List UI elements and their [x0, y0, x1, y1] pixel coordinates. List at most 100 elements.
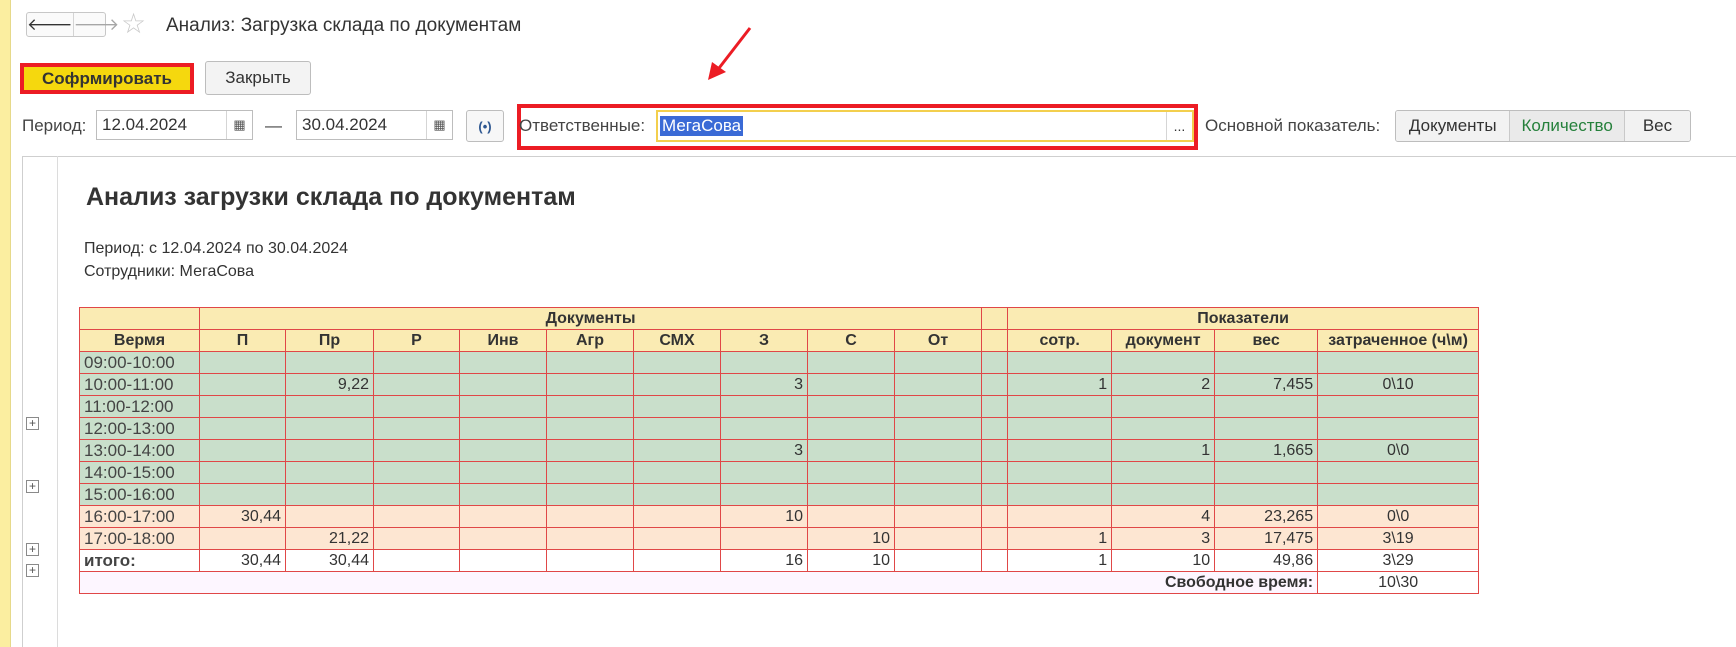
indicator-value-cell: [1007, 351, 1113, 374]
free-time-label: Свободное время:: [78, 571, 1319, 594]
close-button[interactable]: Закрыть: [205, 61, 311, 95]
spacer-cell: [981, 439, 1009, 462]
generate-button[interactable]: Софрмировать: [20, 63, 194, 94]
doc-value-cell: [633, 461, 721, 484]
indicator-value-cell: 7,455: [1214, 373, 1319, 396]
header-spacer: [981, 307, 1009, 330]
indicator-value-cell: 0\10: [1317, 373, 1480, 396]
doc-value-cell: [459, 461, 547, 484]
indicator-column-header: документ: [1111, 329, 1216, 352]
indicator-value-cell: 1: [1111, 439, 1216, 462]
total-row: итого: 30,44 30,44 16 10 1 10 49,86 3\29: [79, 549, 1480, 572]
indicator-value-cell: [1317, 461, 1480, 484]
indicator-value-cell: [1007, 483, 1113, 506]
indicator-value-cell: [1007, 505, 1113, 528]
back-arrow-icon[interactable]: 🡐: [27, 13, 73, 36]
doc-value-cell: [546, 395, 634, 418]
table-row: 12:00-13:00: [79, 417, 1480, 440]
doc-value-cell: [720, 395, 808, 418]
responsible-label: Ответственные:: [519, 116, 646, 135]
doc-value-cell: [893, 505, 983, 528]
doc-value-cell: [546, 351, 634, 374]
indicator-column-header: вес: [1214, 329, 1319, 352]
period-choice-icon[interactable]: (•): [466, 110, 504, 142]
doc-value-cell: [893, 395, 983, 418]
indicator-value-cell: 17,475: [1214, 527, 1319, 550]
doc-value-cell: [285, 351, 374, 374]
select-more-button[interactable]: ...: [1166, 112, 1192, 140]
indicator-value-cell: 3\19: [1317, 527, 1480, 550]
doc-value-cell: [285, 461, 374, 484]
spacer-cell: [981, 351, 1009, 374]
doc-column-header: Пр: [285, 329, 374, 352]
expand-group-icon[interactable]: +: [26, 564, 39, 577]
expand-group-icon[interactable]: +: [26, 417, 39, 430]
indicator-value-cell: 2: [1111, 373, 1216, 396]
total-doc-cell: [893, 549, 983, 572]
doc-value-cell: [199, 373, 286, 396]
window-title: Анализ: Загрузка склада по документам: [166, 15, 522, 36]
period-label: Период:: [22, 116, 87, 135]
doc-value-cell: [720, 461, 808, 484]
doc-column-header: Инв: [459, 329, 547, 352]
doc-value-cell: [720, 351, 808, 374]
free-time-row: Свободное время: 10\30: [78, 571, 1480, 594]
indicator-value-cell: [1007, 439, 1113, 462]
doc-value-cell: [807, 439, 895, 462]
doc-value-cell: [373, 461, 460, 484]
indicator-value-cell: [1214, 483, 1319, 506]
doc-value-cell: [720, 417, 808, 440]
left-panel-strip: [0, 0, 11, 647]
date-to-field[interactable]: 30.04.2024 ▦: [296, 110, 453, 140]
doc-column-header: От: [893, 329, 983, 352]
doc-value-cell: [459, 351, 547, 374]
table-row: 10:00-11:00 9,22 3 1 2 7,455 0\10: [79, 373, 1480, 396]
indicator-value-cell: [1317, 417, 1480, 440]
table-row: 16:00-17:00 30,44 10 4 23,265 0\0: [79, 505, 1480, 528]
doc-value-cell: [807, 505, 895, 528]
indicator-value-cell: 1: [1007, 527, 1113, 550]
total-indicator-cell: 49,86: [1214, 549, 1319, 572]
indicator-documents[interactable]: Документы: [1396, 111, 1510, 141]
indicator-value-cell: [1111, 461, 1216, 484]
indicator-value-cell: 0\0: [1317, 439, 1480, 462]
time-cell: 13:00-14:00: [79, 439, 200, 462]
doc-value-cell: [807, 351, 895, 374]
total-label: итого:: [79, 549, 200, 572]
total-indicator-cell: 10: [1111, 549, 1216, 572]
date-from-field[interactable]: 12.04.2024 ▦: [96, 110, 253, 140]
doc-value-cell: [285, 505, 374, 528]
doc-value-cell: [285, 395, 374, 418]
forward-arrow-icon[interactable]: 🡒: [72, 13, 119, 36]
spacer-cell: [981, 373, 1009, 396]
date-separator: —: [265, 116, 282, 135]
calendar-icon[interactable]: ▦: [426, 111, 452, 139]
doc-value-cell: [807, 461, 895, 484]
expand-group-icon[interactable]: +: [26, 480, 39, 493]
indicator-value-cell: [1111, 483, 1216, 506]
indicator-value-cell: [1007, 395, 1113, 418]
doc-value-cell: [459, 527, 547, 550]
doc-value-cell: [633, 417, 721, 440]
indicator-value-cell: 0\0: [1317, 505, 1480, 528]
indicator-quantity[interactable]: Количество: [1509, 111, 1624, 141]
doc-value-cell: 10: [807, 527, 895, 550]
doc-value-cell: [633, 505, 721, 528]
indicator-weight[interactable]: Вес: [1623, 111, 1690, 141]
grouping-gutter-border: [57, 156, 58, 647]
doc-value-cell: 3: [720, 373, 808, 396]
doc-column-header: П: [199, 329, 286, 352]
doc-value-cell: [633, 373, 721, 396]
doc-column-header: Агр: [546, 329, 634, 352]
expand-group-icon[interactable]: +: [26, 543, 39, 556]
indicator-value-cell: 1: [1007, 373, 1113, 396]
calendar-icon[interactable]: ▦: [226, 111, 252, 139]
doc-value-cell: [893, 417, 983, 440]
favorite-star-icon[interactable]: ☆: [121, 10, 146, 38]
doc-value-cell: [373, 395, 460, 418]
table-row: 17:00-18:00 21,22 10 1 3 17,475 3\19: [79, 527, 1480, 550]
time-cell: 09:00-10:00: [79, 351, 200, 374]
total-indicator-cell: 1: [1007, 549, 1113, 572]
doc-value-cell: [546, 461, 634, 484]
doc-value-cell: [893, 527, 983, 550]
